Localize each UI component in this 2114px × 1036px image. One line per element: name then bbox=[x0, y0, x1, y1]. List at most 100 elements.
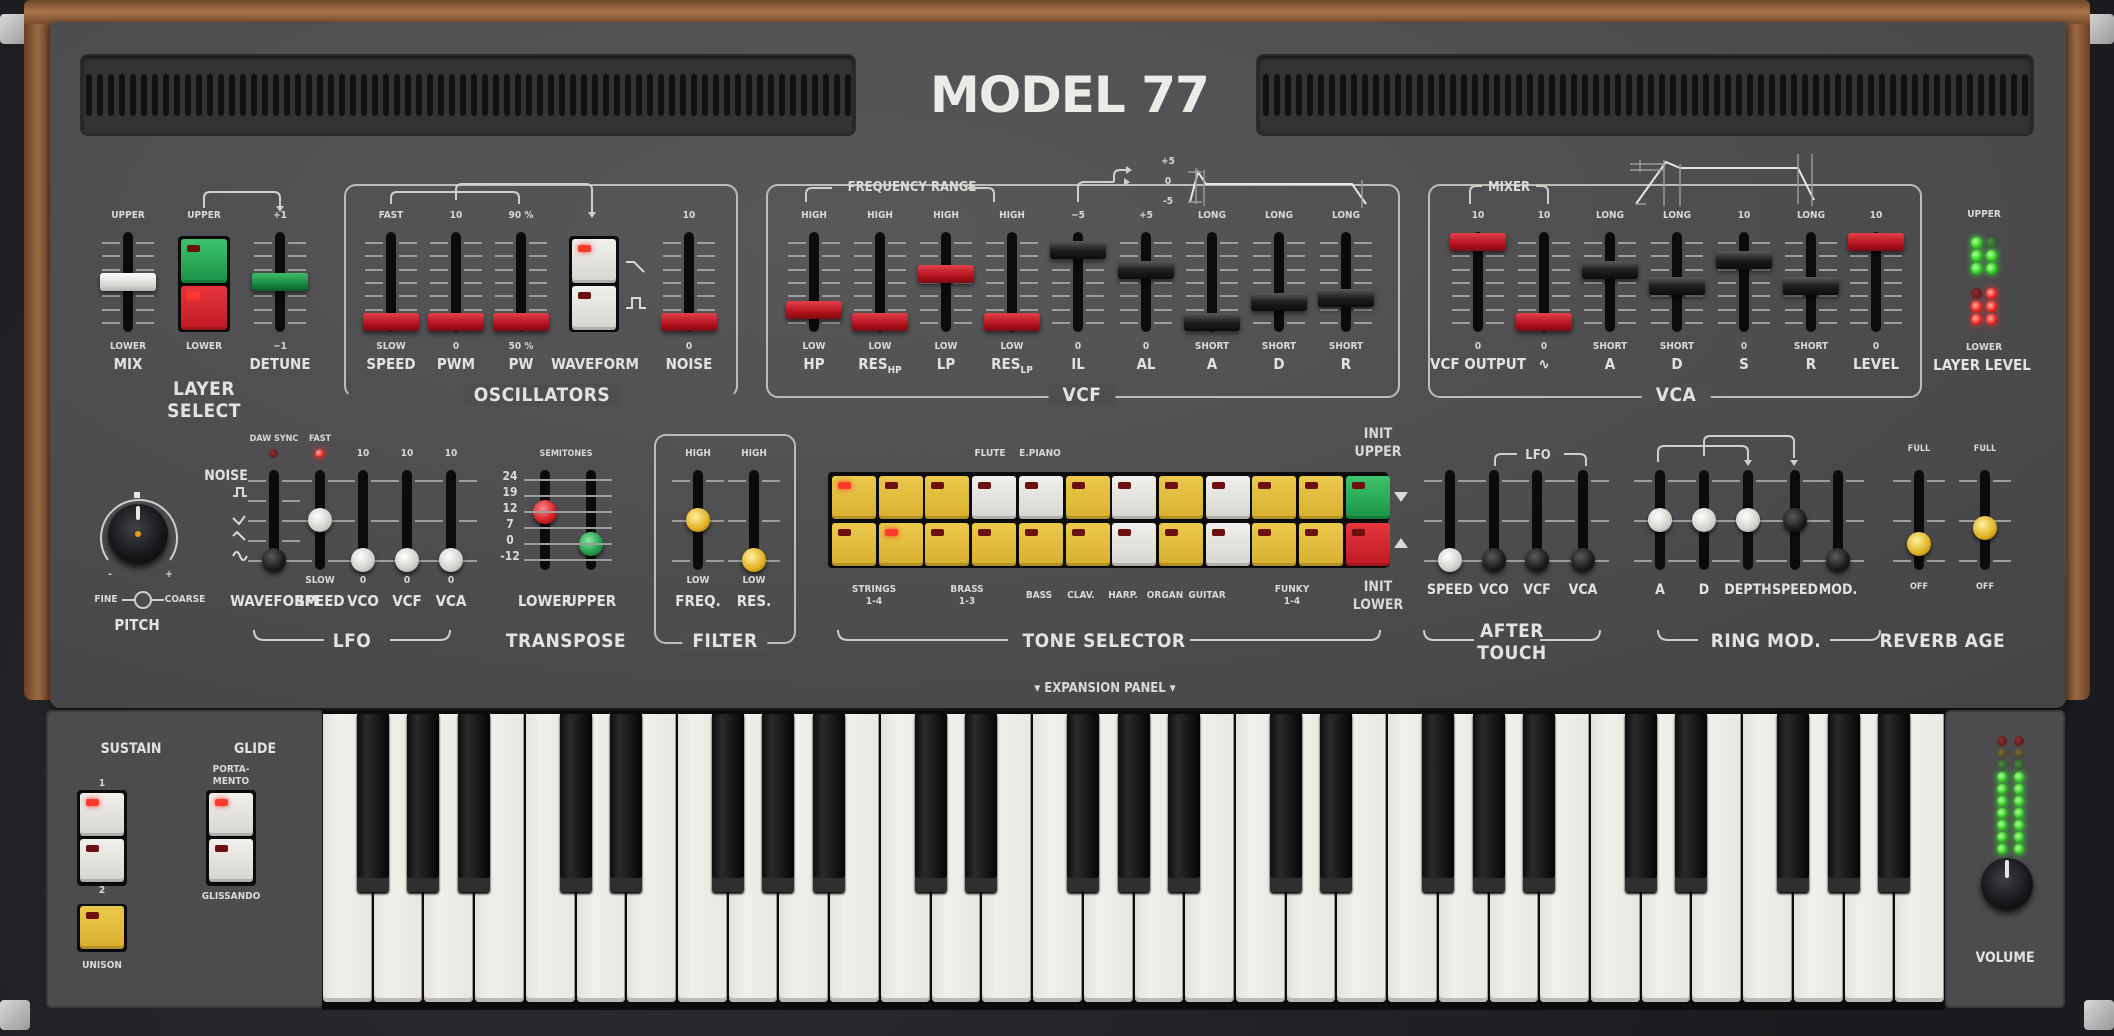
vcf-lp-slider-handle[interactable] bbox=[918, 265, 974, 283]
black-key-A-sharp[interactable] bbox=[458, 714, 491, 892]
vcf-reslp-slider-handle[interactable] bbox=[984, 313, 1040, 331]
layer-upper-button[interactable] bbox=[181, 239, 227, 283]
lfo-vca-slider-handle[interactable] bbox=[439, 548, 463, 572]
unison-button[interactable] bbox=[80, 906, 124, 949]
tone-upper-button-7[interactable] bbox=[1112, 476, 1157, 519]
tone-lower-button-10[interactable] bbox=[1252, 523, 1297, 566]
ring-mod-d-slider-handle[interactable] bbox=[1692, 508, 1716, 532]
vcf-reshp-slider-handle[interactable] bbox=[852, 313, 908, 331]
osc-noise-slider-handle[interactable] bbox=[661, 313, 717, 331]
vcf-r-slider-handle[interactable] bbox=[1318, 289, 1374, 307]
tone-lower-button-5[interactable] bbox=[1018, 523, 1063, 566]
vca-r-slider-handle[interactable] bbox=[1783, 277, 1839, 295]
volume-knob[interactable] bbox=[1981, 858, 2033, 910]
vcf-hp-slider-handle[interactable] bbox=[786, 301, 842, 319]
tone-upper-button-11[interactable] bbox=[1299, 476, 1343, 519]
waveform-square-button[interactable] bbox=[572, 286, 616, 330]
black-key-A-sharp[interactable] bbox=[1168, 714, 1201, 892]
ring-mod-speed-slider-handle[interactable] bbox=[1783, 508, 1807, 532]
init-lower-button[interactable] bbox=[1345, 523, 1390, 566]
aftertouch-vcf-slider-handle[interactable] bbox=[1525, 548, 1549, 572]
sustain-2-button[interactable] bbox=[80, 839, 124, 882]
lfo-vco-slider-handle[interactable] bbox=[351, 548, 375, 572]
osc-pwm-slider-handle[interactable] bbox=[428, 313, 484, 331]
ring-mod-depth-slider-handle[interactable] bbox=[1736, 508, 1760, 532]
black-key-A-sharp[interactable] bbox=[813, 714, 846, 892]
mix-slider-handle[interactable] bbox=[100, 273, 156, 291]
vca-s-slider-track[interactable] bbox=[1739, 232, 1749, 332]
vcf-r-slider-track[interactable] bbox=[1341, 232, 1351, 332]
black-key-F-sharp[interactable] bbox=[1066, 714, 1099, 892]
expansion-panel-toggle[interactable]: ▾ EXPANSION PANEL ▾ bbox=[1034, 681, 1175, 696]
tone-upper-button-9[interactable] bbox=[1205, 476, 1250, 519]
black-key-D-sharp[interactable] bbox=[610, 714, 643, 892]
tone-lower-button-7[interactable] bbox=[1112, 523, 1157, 566]
black-key-C-sharp[interactable] bbox=[1269, 714, 1302, 892]
black-key-F-sharp[interactable] bbox=[1421, 714, 1454, 892]
init-upper-button[interactable] bbox=[1345, 476, 1390, 519]
black-key-F-sharp[interactable] bbox=[711, 714, 744, 892]
black-key-C-sharp[interactable] bbox=[914, 714, 947, 892]
tone-upper-button-1[interactable] bbox=[832, 476, 876, 519]
aftertouch-vco-slider-handle[interactable] bbox=[1482, 548, 1506, 572]
black-key-A-sharp[interactable] bbox=[1878, 714, 1911, 892]
glide-glissando-button[interactable] bbox=[209, 839, 253, 882]
black-key-A-sharp[interactable] bbox=[1523, 714, 1556, 892]
black-key-C-sharp[interactable] bbox=[559, 714, 592, 892]
tone-lower-button-3[interactable] bbox=[925, 523, 970, 566]
black-key-G-sharp[interactable] bbox=[407, 714, 440, 892]
glide-portamento-button[interactable] bbox=[209, 793, 253, 836]
tone-upper-button-8[interactable] bbox=[1158, 476, 1203, 519]
vca-noise-slider-handle[interactable] bbox=[1516, 313, 1572, 331]
vcf-d-slider-handle[interactable] bbox=[1251, 293, 1307, 311]
black-key-F-sharp[interactable] bbox=[1776, 714, 1809, 892]
tone-upper-button-6[interactable] bbox=[1065, 476, 1110, 519]
lfo-speed-slider-handle[interactable] bbox=[308, 508, 332, 532]
vcf-il-slider-handle[interactable] bbox=[1050, 241, 1106, 259]
lfo-waveform-slider-handle[interactable] bbox=[262, 548, 286, 572]
black-key-G-sharp[interactable] bbox=[1117, 714, 1150, 892]
vca-a-slider-track[interactable] bbox=[1605, 232, 1615, 332]
aftertouch-speed-slider-handle[interactable] bbox=[1438, 548, 1462, 572]
layer-lower-button[interactable] bbox=[181, 286, 227, 330]
black-key-D-sharp[interactable] bbox=[1675, 714, 1708, 892]
tone-upper-button-2[interactable] bbox=[878, 476, 923, 519]
lfo-vcf-slider-handle[interactable] bbox=[395, 548, 419, 572]
vca-level-slider-handle[interactable] bbox=[1848, 233, 1904, 251]
detune-slider-handle[interactable] bbox=[252, 273, 308, 291]
osc-pw-slider-handle[interactable] bbox=[493, 313, 549, 331]
pitch-fine-coarse-switch[interactable] bbox=[135, 592, 151, 608]
black-key-F-sharp[interactable] bbox=[356, 714, 389, 892]
tone-lower-button-8[interactable] bbox=[1158, 523, 1203, 566]
tone-upper-button-5[interactable] bbox=[1018, 476, 1063, 519]
tone-lower-button-6[interactable] bbox=[1065, 523, 1110, 566]
tone-upper-button-10[interactable] bbox=[1252, 476, 1297, 519]
vca-a-slider-handle[interactable] bbox=[1582, 261, 1638, 279]
tone-lower-button-2[interactable] bbox=[878, 523, 923, 566]
tone-lower-button-9[interactable] bbox=[1205, 523, 1250, 566]
tone-upper-button-4[interactable] bbox=[972, 476, 1017, 519]
pitch-knob[interactable] bbox=[108, 504, 168, 564]
aftertouch-vca-slider-handle[interactable] bbox=[1571, 548, 1595, 572]
tone-lower-button-11[interactable] bbox=[1299, 523, 1343, 566]
tone-lower-button-1[interactable] bbox=[832, 523, 876, 566]
ring-mod-a-slider-handle[interactable] bbox=[1648, 508, 1672, 532]
black-key-G-sharp[interactable] bbox=[1472, 714, 1505, 892]
vcf-d-slider-track[interactable] bbox=[1274, 232, 1284, 332]
vcf-al-slider-track[interactable] bbox=[1141, 232, 1151, 332]
filter-freq-slider-handle[interactable] bbox=[686, 508, 710, 532]
ring-mod-mod-slider-handle[interactable] bbox=[1826, 548, 1850, 572]
vca-vcf-output-slider-handle[interactable] bbox=[1450, 233, 1506, 251]
sustain-1-button[interactable] bbox=[80, 793, 124, 836]
filter-res-slider-handle[interactable] bbox=[742, 548, 766, 572]
tone-upper-button-3[interactable] bbox=[925, 476, 970, 519]
black-key-D-sharp[interactable] bbox=[1320, 714, 1353, 892]
vca-s-slider-handle[interactable] bbox=[1716, 250, 1772, 269]
daw-sync-led[interactable] bbox=[269, 449, 278, 458]
vca-d-slider-handle[interactable] bbox=[1649, 277, 1705, 295]
reverb-slider-handle[interactable] bbox=[1907, 532, 1931, 556]
vcf-a-slider-handle[interactable] bbox=[1184, 313, 1240, 331]
black-key-D-sharp[interactable] bbox=[965, 714, 998, 892]
tone-lower-button-4[interactable] bbox=[972, 523, 1017, 566]
black-key-G-sharp[interactable] bbox=[1827, 714, 1860, 892]
